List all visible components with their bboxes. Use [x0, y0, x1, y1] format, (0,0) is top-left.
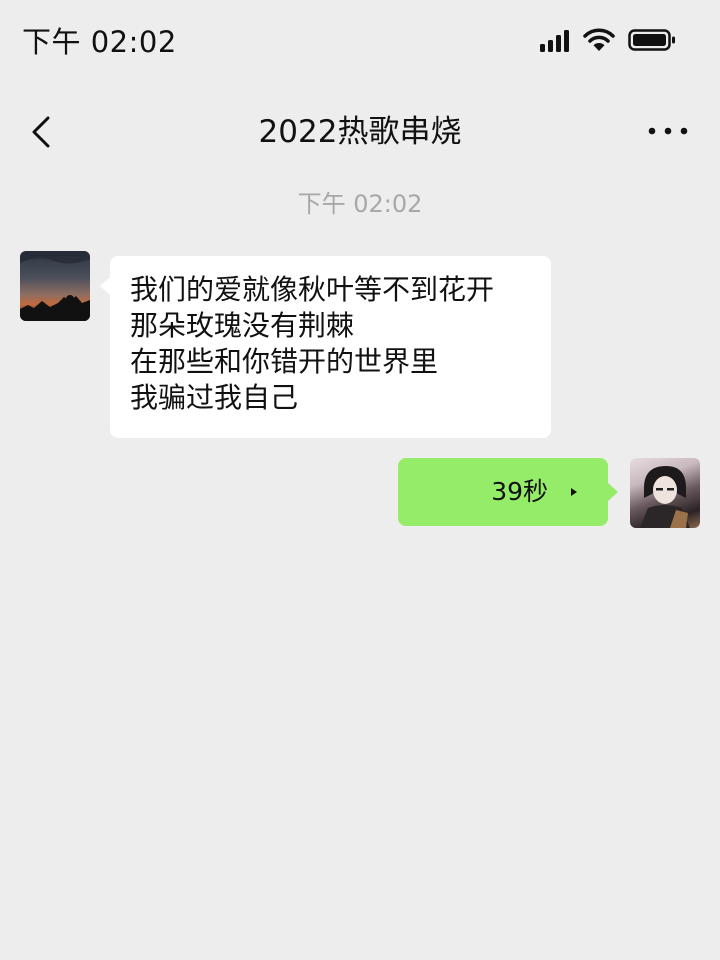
- incoming-text-bubble[interactable]: 我们的爱就像秋叶等不到花开 那朵玫瑰没有荆棘 在那些和你错开的世界里 我骗过我自…: [100, 256, 551, 438]
- more-icon: [648, 127, 688, 135]
- message-line: 我骗过我自己: [130, 381, 299, 414]
- message-timestamp: 下午 02:02: [297, 190, 423, 218]
- voice-play-icon: [571, 488, 577, 496]
- voice-duration: 39秒: [491, 477, 548, 506]
- nav-bar: 2022热歌串烧: [0, 96, 720, 168]
- signal-icon: [540, 30, 569, 52]
- user-avatar[interactable]: [630, 458, 700, 528]
- back-button[interactable]: [18, 102, 66, 162]
- status-time: 下午 02:02: [22, 25, 177, 59]
- wifi-icon: [583, 28, 615, 51]
- back-arrow-icon: [32, 116, 50, 148]
- message-line: 那朵玫瑰没有荆棘: [130, 309, 355, 342]
- contact-avatar[interactable]: [20, 251, 90, 321]
- chat-title: 2022热歌串烧: [258, 114, 462, 150]
- sunset-landscape-icon: [20, 251, 90, 321]
- battery-icon: [628, 29, 675, 51]
- portrait-photo-icon: [640, 466, 690, 528]
- status-bar: 下午 02:02: [0, 0, 720, 84]
- more-button[interactable]: [644, 116, 692, 146]
- outgoing-voice-bubble[interactable]: 39秒: [398, 458, 618, 526]
- message-line: 在那些和你错开的世界里: [130, 345, 439, 378]
- message-line: 我们的爱就像秋叶等不到花开: [130, 273, 495, 306]
